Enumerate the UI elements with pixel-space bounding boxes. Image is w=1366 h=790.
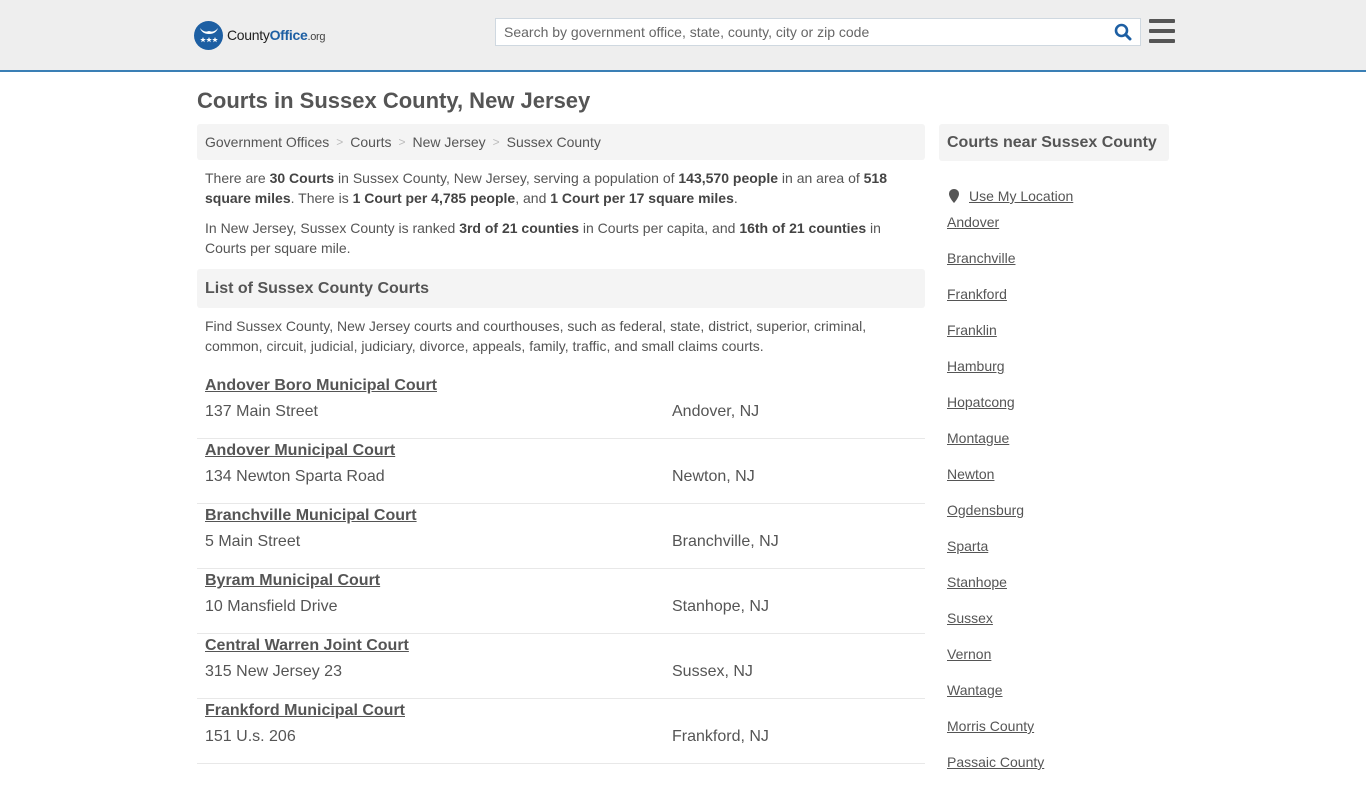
intro-stats-paragraph: There are 30 Courts in Sussex County, Ne… [205,170,887,206]
menu-bar [1149,29,1175,33]
sidebar-link-item: Wantage [947,682,1169,718]
search-bar [495,18,1141,46]
court-name-link[interactable]: Andover Municipal Court [205,442,395,460]
intro-ranking-paragraph: In New Jersey, Sussex County is ranked 3… [205,220,881,256]
sidebar-link-item: Stanhope [947,574,1169,610]
nearby-link-stanhope[interactable]: Stanhope [947,574,1007,590]
nearby-link-morris-county[interactable]: Morris County [947,718,1034,734]
nearby-link-sussex[interactable]: Sussex [947,610,993,626]
sidebar-link-item: Vernon [947,646,1169,682]
logo-wordmark: CountyOffice.org [227,27,326,43]
court-name-link[interactable]: Central Warren Joint Court [205,637,409,655]
court-city: Branchville, NJ [672,533,779,550]
nearby-link-branchville[interactable]: Branchville [947,250,1015,266]
sidebar-link-item: Newton [947,466,1169,502]
sidebar-link-item: Hamburg [947,358,1169,394]
eagle-stars-logo-icon [194,20,223,50]
nearby-links-list: Use My Location Andover Branchville Fran… [939,178,1169,790]
court-list-item: Andover Municipal Court 134 Newton Spart… [197,439,925,504]
sidebar-link-item: Branchville [947,250,1169,286]
court-list-heading: List of Sussex County Courts [197,269,925,308]
court-name-link[interactable]: Andover Boro Municipal Court [205,377,437,395]
sidebar-link-item: Andover [947,214,1169,250]
logo-text-main: County [227,27,270,43]
court-address: 315 New Jersey 23 [205,663,342,680]
breadcrumb-sussex-county[interactable]: Sussex County [507,134,601,150]
breadcrumb-new-jersey[interactable]: New Jersey [413,134,486,150]
court-list-item: Byram Municipal Court 10 Mansfield Drive… [197,569,925,634]
court-city: Newton, NJ [672,468,755,485]
hamburger-menu-button[interactable] [1149,19,1175,43]
sidebar-link-item: Frankford [947,286,1169,322]
menu-bar [1149,19,1175,23]
logo-text-suffix: .org [307,31,326,43]
nearby-link-newton[interactable]: Newton [947,466,994,482]
sidebar-link-item: Sussex [947,610,1169,646]
search-input[interactable] [496,19,1106,45]
court-city: Stanhope, NJ [672,598,769,615]
site-logo[interactable]: CountyOffice.org [194,20,326,50]
court-list-item: Central Warren Joint Court 315 New Jerse… [197,634,925,699]
map-pin-icon [949,189,959,203]
use-my-location-link[interactable]: Use My Location [969,188,1073,204]
breadcrumb: Government Offices > Courts > New Jersey… [197,124,925,160]
nearby-link-hamburg[interactable]: Hamburg [947,358,1005,374]
court-list-description: Find Sussex County, New Jersey courts an… [205,318,867,354]
court-city: Sussex, NJ [672,663,753,680]
search-button[interactable] [1106,19,1140,45]
sidebar-heading: Courts near Sussex County [939,124,1169,161]
sidebar-link-item: Hopatcong [947,394,1169,430]
court-address: 5 Main Street [205,533,301,550]
sidebar-link-item: Morris County [947,718,1169,754]
nearby-link-sparta[interactable]: Sparta [947,538,988,554]
court-address: 151 U.s. 206 [205,728,296,745]
nearby-link-franklin[interactable]: Franklin [947,322,997,338]
page-title: Courts in Sussex County, New Jersey [197,88,591,113]
court-city: Andover, NJ [672,403,760,420]
nearby-link-hopatcong[interactable]: Hopatcong [947,394,1015,410]
breadcrumb-separator: > [492,135,500,149]
court-list: Andover Boro Municipal Court 137 Main St… [197,374,925,764]
breadcrumb-courts[interactable]: Courts [350,134,391,150]
nearby-link-montague[interactable]: Montague [947,430,1009,446]
court-city: Frankford, NJ [672,728,769,745]
court-name-link[interactable]: Byram Municipal Court [205,572,380,590]
court-list-item: Branchville Municipal Court 5 Main Stree… [197,504,925,569]
breadcrumb-government-offices[interactable]: Government Offices [205,134,329,150]
main-content: Government Offices > Courts > New Jersey… [197,124,925,764]
court-name-link[interactable]: Frankford Municipal Court [205,702,405,720]
sidebar-link-item: Passaic County [947,754,1169,790]
sidebar-link-item: Montague [947,430,1169,466]
site-header: CountyOffice.org [0,0,1366,72]
nearby-link-wantage[interactable]: Wantage [947,682,1003,698]
court-address: 137 Main Street [205,403,318,420]
sidebar-link-item: Sparta [947,538,1169,574]
breadcrumb-separator: > [398,135,406,149]
court-list-item: Frankford Municipal Court 151 U.s. 206 F… [197,699,925,764]
nearby-link-andover[interactable]: Andover [947,214,999,230]
court-list-item: Andover Boro Municipal Court 137 Main St… [197,374,925,439]
logo-text-accent: Office [269,27,308,43]
use-my-location-item: Use My Location [947,178,1169,214]
court-name-link[interactable]: Branchville Municipal Court [205,507,417,525]
search-icon [1114,23,1132,41]
breadcrumb-separator: > [336,135,344,149]
intro-summary: There are 30 Courts in Sussex County, Ne… [197,160,925,258]
sidebar-link-item: Ogdensburg [947,502,1169,538]
sidebar-link-item: Franklin [947,322,1169,358]
menu-bar [1149,39,1175,43]
court-address: 10 Mansfield Drive [205,598,338,615]
nearby-link-frankford[interactable]: Frankford [947,286,1007,302]
court-address: 134 Newton Sparta Road [205,468,385,485]
sidebar-nearby-courts: Courts near Sussex County Use My Locatio… [939,124,1169,790]
nearby-link-vernon[interactable]: Vernon [947,646,991,662]
nearby-link-ogdensburg[interactable]: Ogdensburg [947,502,1024,518]
